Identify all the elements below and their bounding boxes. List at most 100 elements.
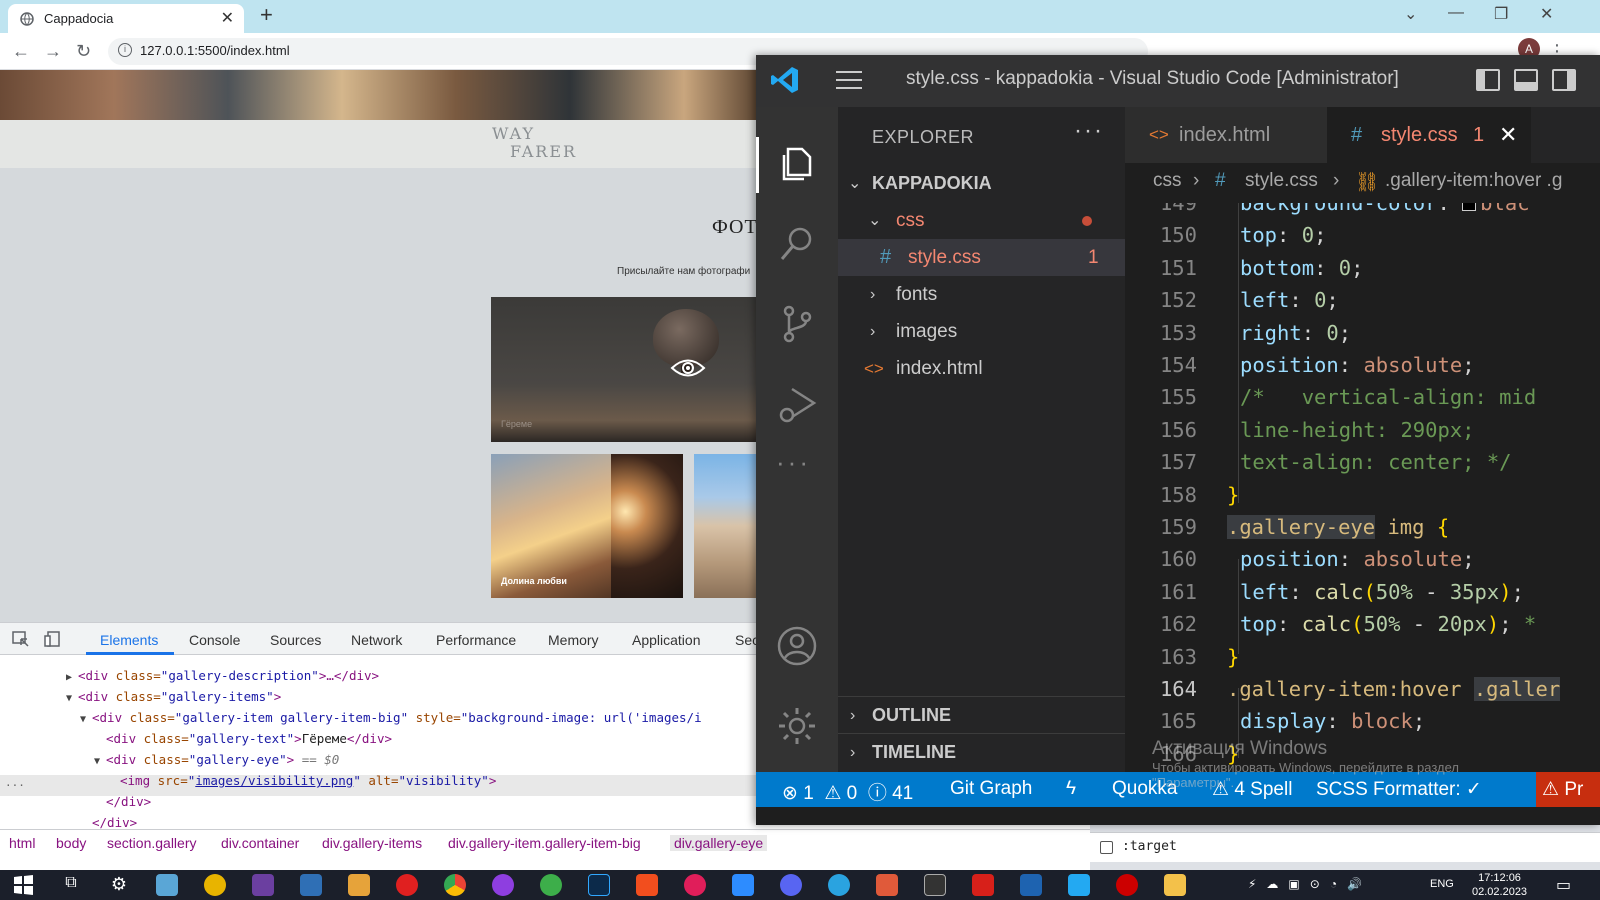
tab-search-icon[interactable]: ⌄	[1404, 4, 1417, 24]
dom-node-selected[interactable]: ▼ <div class="gallery-eye"> == $0	[94, 749, 339, 770]
dom-node[interactable]: <div class="gallery-text">Гёреме</div>	[106, 728, 392, 749]
search-icon[interactable]	[776, 223, 818, 265]
webstorm-icon[interactable]	[1020, 874, 1042, 896]
app-icon[interactable]	[300, 874, 322, 896]
dom-node[interactable]: ▼ <div class="gallery-item gallery-item-b…	[80, 707, 702, 728]
figma-icon[interactable]	[636, 874, 658, 896]
explorer-more-actions-icon[interactable]: ···	[1074, 117, 1104, 145]
app-icon[interactable]	[492, 874, 514, 896]
toggle-sidebar-icon[interactable]	[1476, 69, 1500, 91]
telegram-icon[interactable]	[828, 874, 850, 896]
windows-start-icon[interactable]	[12, 874, 34, 896]
photoshop-icon[interactable]	[588, 874, 610, 896]
language-indicator[interactable]: ENG	[1430, 878, 1454, 890]
node-actions-icon[interactable]: ···	[5, 775, 25, 796]
tree-file-index-html[interactable]: <> index.html	[838, 350, 1125, 387]
dom-node[interactable]: ▶ <div class="gallery-description">…</div…	[66, 665, 379, 686]
timeline-section[interactable]: › TIMELINE	[838, 733, 1125, 770]
hamburger-menu-icon[interactable]	[836, 69, 862, 91]
devtools-tab-performance[interactable]: Performance	[436, 632, 516, 648]
run-debug-icon[interactable]	[776, 383, 818, 425]
close-window-button[interactable]: ✕	[1540, 4, 1553, 24]
toggle-panel-icon[interactable]	[1514, 69, 1538, 91]
back-button[interactable]: ←	[12, 41, 30, 62]
dom-node[interactable]: </div>	[106, 791, 151, 812]
new-tab-button[interactable]: +	[260, 2, 273, 28]
expand-arrow-icon[interactable]: ▶	[66, 667, 78, 688]
record-icon[interactable]	[1116, 874, 1138, 896]
notifications-icon[interactable]: ▭	[1556, 875, 1571, 895]
acrobat-icon[interactable]	[972, 874, 994, 896]
tree-file-style-css[interactable]: # style.css 1	[838, 239, 1125, 276]
settings-gear-icon[interactable]: ⚙	[108, 874, 130, 896]
vscode-taskbar-icon[interactable]	[1068, 874, 1090, 896]
resource-link[interactable]: images/visibility.png	[195, 773, 353, 788]
tree-folder-fonts[interactable]: › fonts	[838, 276, 1125, 313]
breadcrumb-section[interactable]: section.gallery	[107, 835, 197, 851]
inspect-element-icon[interactable]	[12, 631, 30, 647]
target-checkbox[interactable]	[1100, 841, 1113, 854]
restore-button[interactable]: ❐	[1494, 4, 1508, 24]
chrome-icon[interactable]	[444, 874, 466, 896]
slack-icon[interactable]	[684, 874, 706, 896]
workspace-root[interactable]: ⌄ KAPPADOKIA	[838, 165, 1125, 202]
dom-node[interactable]: <img src="images/visibility.png" alt="vi…	[120, 770, 496, 791]
breadcrumb-file[interactable]: style.css	[1245, 170, 1318, 192]
tree-folder-images[interactable]: › images	[838, 313, 1125, 350]
git-graph-button[interactable]: Git Graph	[950, 778, 1032, 800]
editor-tab-index-html[interactable]: <> index.html	[1125, 107, 1327, 163]
file-explorer-icon[interactable]	[1164, 874, 1186, 896]
collapse-arrow-icon[interactable]: ▼	[80, 709, 92, 730]
yandex-browser-icon[interactable]	[396, 874, 418, 896]
problem-button[interactable]: ⚠ Pr	[1536, 772, 1600, 807]
lightning-icon[interactable]: ϟ	[1066, 778, 1076, 800]
tree-folder-css[interactable]: ⌄ css	[838, 202, 1125, 239]
site-logo[interactable]: WAY FARER	[492, 125, 577, 161]
settings-gear-icon[interactable]	[776, 705, 818, 747]
info-icon[interactable]: i	[118, 43, 132, 57]
discord-icon[interactable]	[780, 874, 802, 896]
devtools-tab-elements[interactable]: Elements	[100, 632, 158, 648]
gallery-item-small[interactable]	[694, 454, 760, 598]
app-icon[interactable]	[156, 874, 178, 896]
problems-indicator[interactable]: ⊗ 1 ⚠ 0 ⓘ 41	[782, 778, 913, 805]
code-editor[interactable]: 149 background-color: blac 150 top: 0; 151…	[1125, 203, 1600, 772]
collapse-arrow-icon[interactable]: ▼	[66, 688, 78, 709]
breadcrumb-gallery-eye[interactable]: div.gallery-eye	[670, 835, 768, 851]
devtools-tab-console[interactable]: Console	[189, 632, 240, 648]
app-icon[interactable]	[348, 874, 370, 896]
source-control-icon[interactable]	[776, 303, 818, 345]
gallery-item-small[interactable]: Долина любви	[491, 454, 683, 598]
more-views-icon[interactable]: ···	[776, 447, 811, 478]
devtools-tab-sources[interactable]: Sources	[270, 632, 321, 648]
task-view-icon[interactable]: ⧉	[60, 874, 82, 896]
explorer-files-icon[interactable]	[776, 143, 818, 185]
breadcrumb-gallery-items[interactable]: div.gallery-items	[322, 835, 422, 851]
tray-icons[interactable]: ⚡☁▣⊙◔🔊	[1248, 877, 1372, 891]
breadcrumb-html[interactable]: html	[9, 835, 35, 851]
browser-tab[interactable]: Cappadocia ✕	[8, 4, 244, 33]
terminal-icon[interactable]	[924, 874, 946, 896]
minimize-button[interactable]: —	[1448, 4, 1464, 22]
toggle-secondary-sidebar-icon[interactable]	[1552, 69, 1576, 91]
app-icon[interactable]	[204, 874, 226, 896]
outline-section[interactable]: › OUTLINE	[838, 696, 1125, 733]
breadcrumb-gallery-item[interactable]: div.gallery-item.gallery-item-big	[448, 835, 641, 851]
visual-studio-icon[interactable]	[252, 874, 274, 896]
zoom-icon[interactable]	[732, 874, 754, 896]
close-tab-icon[interactable]: ✕	[221, 8, 234, 28]
editor-tab-style-css[interactable]: # style.css 1 ✕	[1327, 107, 1531, 163]
app-icon[interactable]	[876, 874, 898, 896]
devtools-tab-network[interactable]: Network	[351, 632, 402, 648]
dom-node[interactable]: ▼ <div class="gallery-items">	[66, 686, 281, 707]
gallery-item-big[interactable]: Гёреме	[491, 297, 760, 442]
collapse-arrow-icon[interactable]: ▼	[94, 751, 106, 772]
system-clock[interactable]: 17:12:06 02.02.2023	[1472, 871, 1527, 899]
breadcrumb-folder[interactable]: css	[1153, 170, 1182, 192]
forward-button[interactable]: →	[44, 41, 62, 62]
breadcrumb-container[interactable]: div.container	[221, 835, 299, 851]
device-toolbar-icon[interactable]	[44, 631, 62, 647]
devtools-tab-memory[interactable]: Memory	[548, 632, 599, 648]
color-swatch[interactable]	[1462, 203, 1477, 211]
reload-button[interactable]: ↻	[76, 41, 91, 62]
